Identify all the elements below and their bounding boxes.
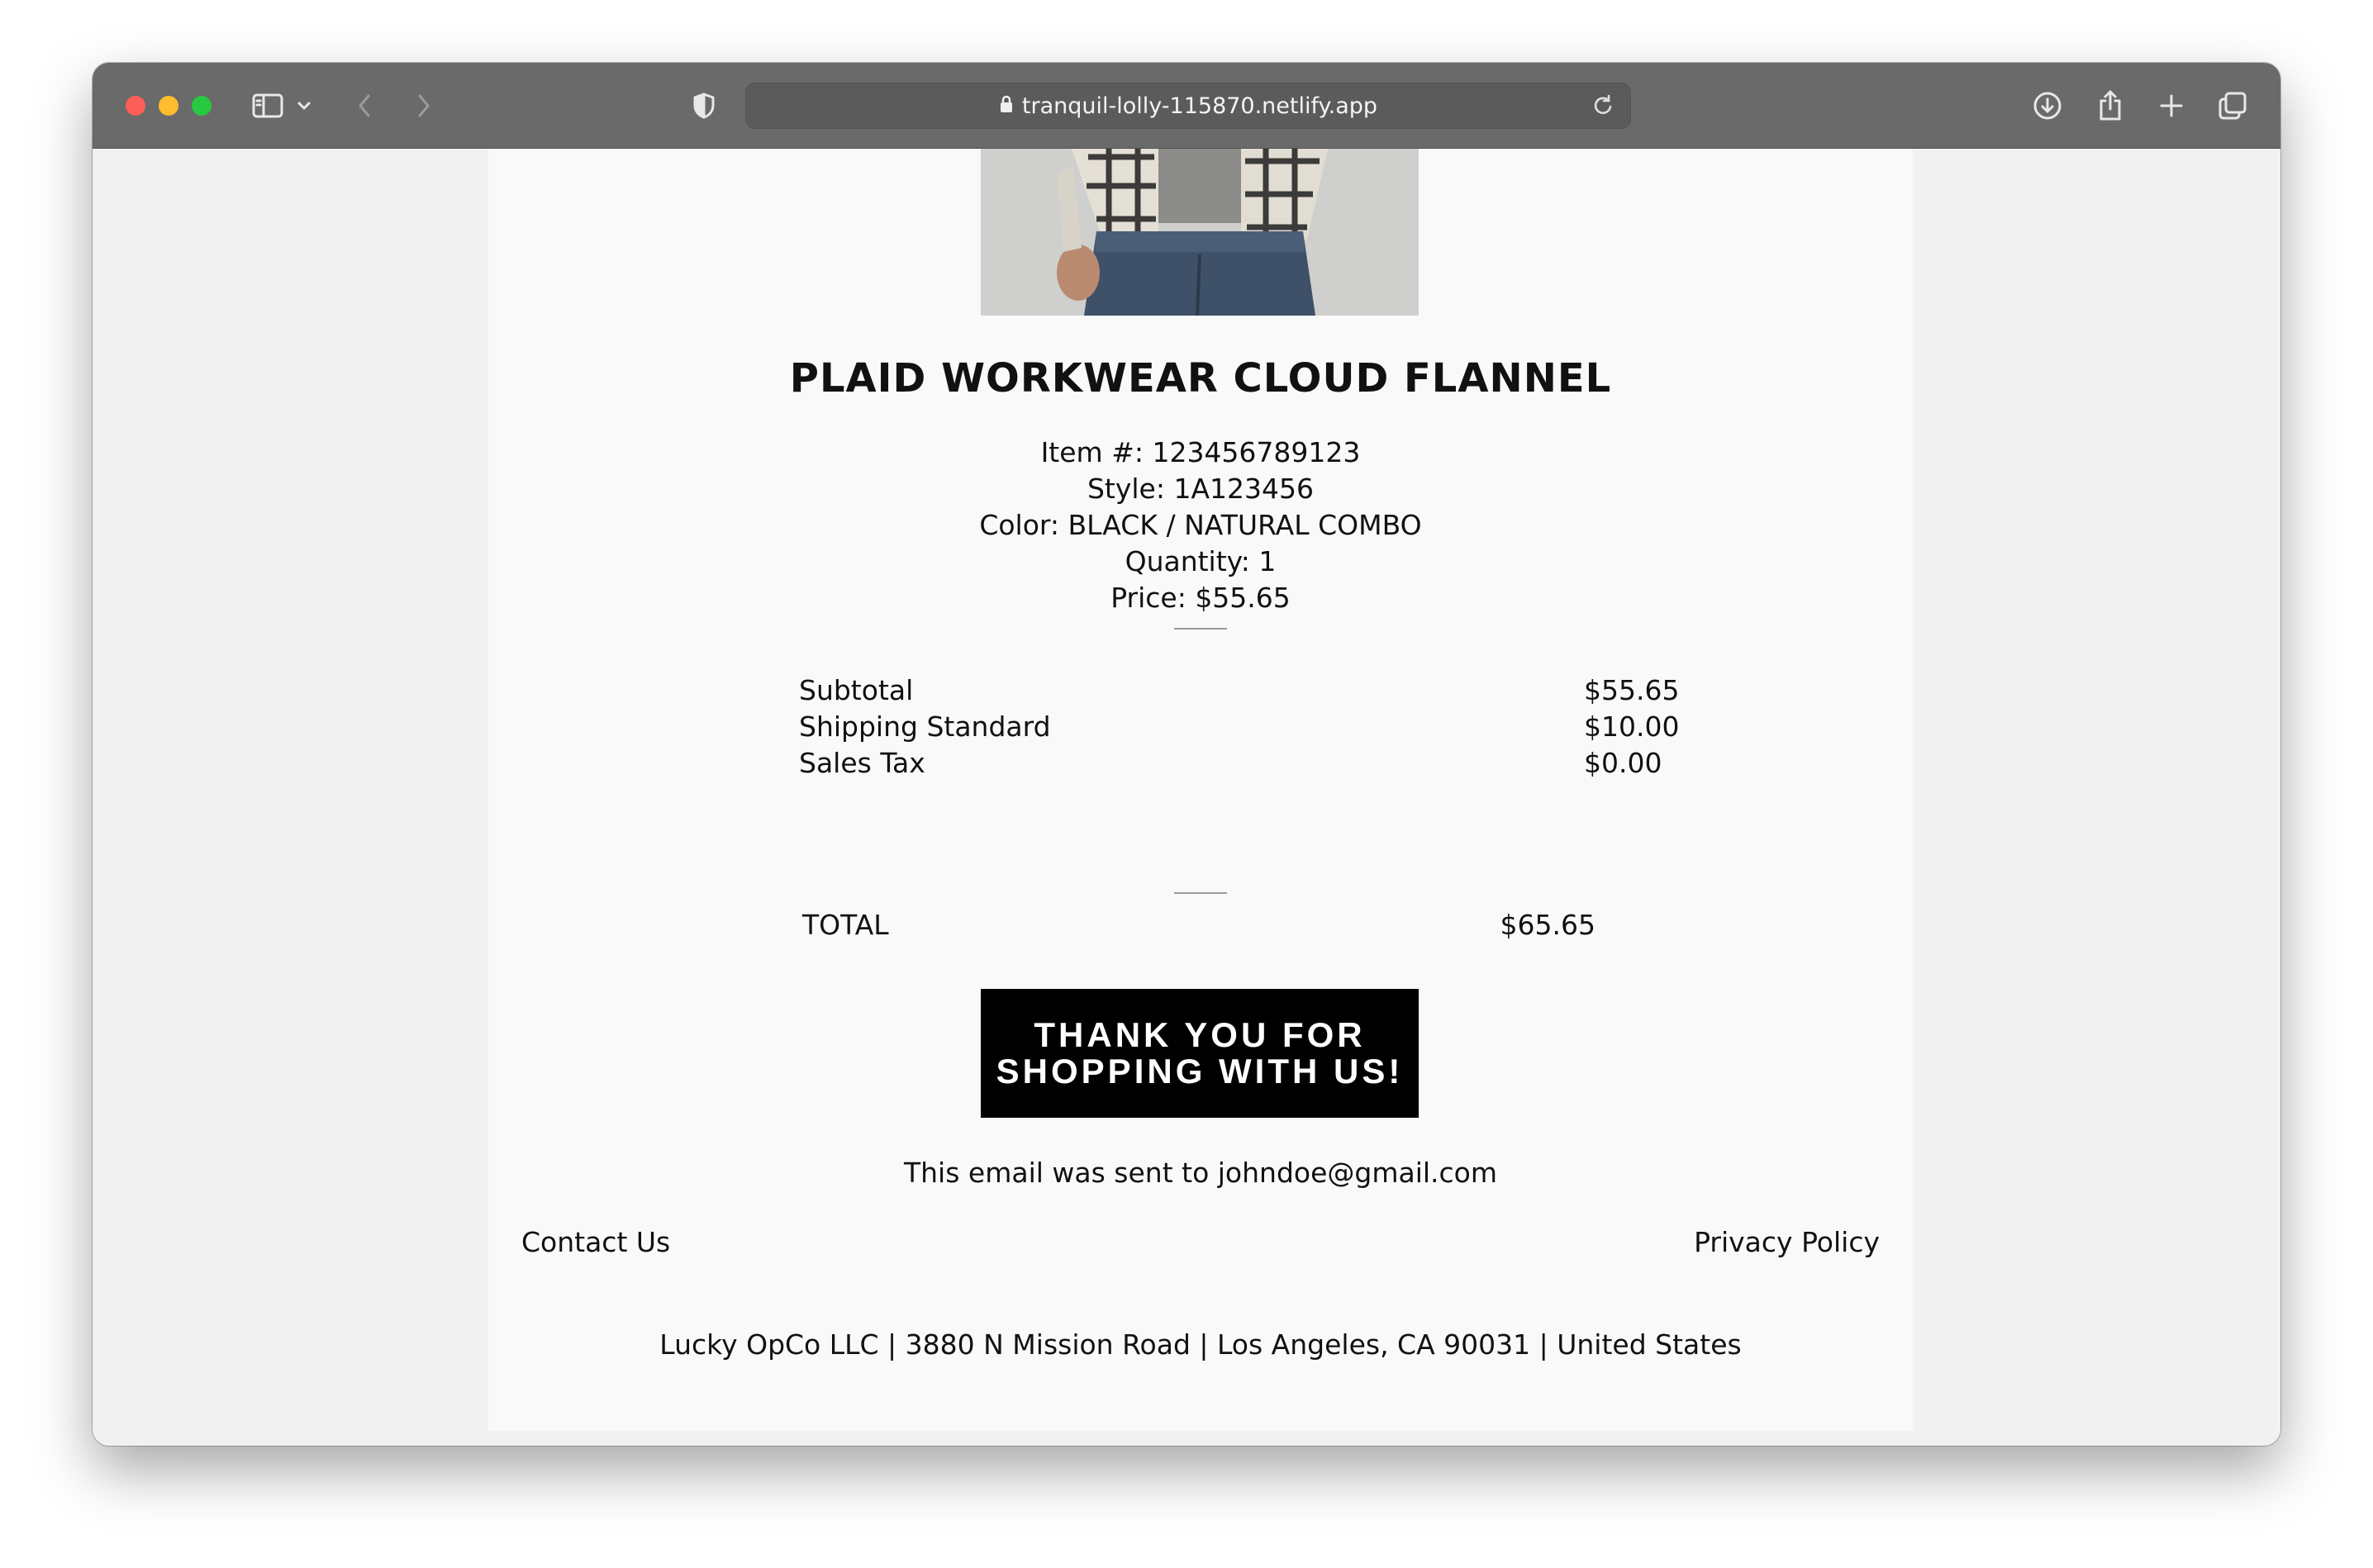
summary-row-subtotal: Subtotal $55.65 <box>799 672 1680 709</box>
minimize-window-button[interactable] <box>159 96 178 116</box>
privacy-shield-icon[interactable] <box>689 86 719 126</box>
zoom-window-button[interactable] <box>192 96 212 116</box>
total-amount: $65.65 <box>1500 909 1595 941</box>
browser-window: tranquil-lolly-115870.netlify.app PLAID … <box>93 63 2280 1446</box>
product-quantity: Quantity: 1 <box>1125 545 1277 577</box>
reload-icon[interactable] <box>1591 93 1615 122</box>
summary-row-tax: Sales Tax $0.00 <box>799 745 1667 782</box>
share-icon[interactable] <box>2092 86 2128 126</box>
forward-icon[interactable] <box>411 86 436 126</box>
company-address: Lucky OpCo LLC | 3880 N Mission Road | L… <box>659 1328 1742 1361</box>
total-label: TOTAL <box>802 909 889 941</box>
browser-toolbar: tranquil-lolly-115870.netlify.app <box>93 63 2280 149</box>
summary-row-shipping: Shipping Standard $10.00 <box>799 709 1680 745</box>
divider <box>1174 892 1227 894</box>
thank-you-line-2: SHOPPING WITH US! <box>996 1052 1404 1090</box>
product-color: Color: BLACK / NATURAL COMBO <box>979 509 1422 541</box>
thank-you-banner: THANK YOU FOR SHOPPING WITH US! <box>981 989 1419 1118</box>
product-details: Item #: 123456789123 Style: 1A123456 Col… <box>488 435 1913 616</box>
tab-overview-icon[interactable] <box>2214 86 2251 126</box>
style-number: Style: 1A123456 <box>1087 473 1315 505</box>
close-window-button[interactable] <box>126 96 145 116</box>
item-number: Item #: 123456789123 <box>1040 436 1361 468</box>
new-tab-icon[interactable] <box>2153 86 2190 126</box>
lock-icon <box>999 94 1014 118</box>
sidebar-toggle-icon[interactable] <box>250 86 286 126</box>
summary-amount: $0.00 <box>1584 747 1662 779</box>
product-price: Price: $55.65 <box>1110 582 1291 614</box>
url-text: tranquil-lolly-115870.netlify.app <box>1021 93 1378 119</box>
summary-label: Sales Tax <box>799 747 925 779</box>
summary-label: Shipping Standard <box>799 710 1051 743</box>
web-viewport: PLAID WORKWEAR CLOUD FLANNEL Item #: 123… <box>93 149 2280 1446</box>
divider <box>1174 628 1227 630</box>
footer-links: Contact Us Privacy Policy <box>521 1226 1880 1258</box>
summary-amount: $10.00 <box>1584 710 1680 743</box>
order-total: TOTAL $65.65 <box>802 909 1595 941</box>
product-photo <box>981 149 1419 316</box>
summary-amount: $55.65 <box>1584 674 1680 706</box>
contact-us-link[interactable]: Contact Us <box>521 1226 670 1258</box>
product-name: PLAID WORKWEAR CLOUD FLANNEL <box>789 355 1612 402</box>
privacy-policy-link[interactable]: Privacy Policy <box>1694 1226 1880 1258</box>
thank-you-line-1: THANK YOU FOR <box>1034 1015 1366 1054</box>
summary-label: Subtotal <box>799 674 914 706</box>
address-bar[interactable]: tranquil-lolly-115870.netlify.app <box>745 83 1631 129</box>
order-summary: Subtotal $55.65 Shipping Standard $10.00… <box>799 672 1680 782</box>
back-icon[interactable] <box>352 86 377 126</box>
order-confirmation-email: PLAID WORKWEAR CLOUD FLANNEL Item #: 123… <box>488 149 1913 1431</box>
chevron-down-icon[interactable] <box>294 86 314 126</box>
sent-to-notice: This email was sent to johndoe@gmail.com <box>903 1157 1498 1189</box>
download-icon[interactable] <box>2029 86 2066 126</box>
